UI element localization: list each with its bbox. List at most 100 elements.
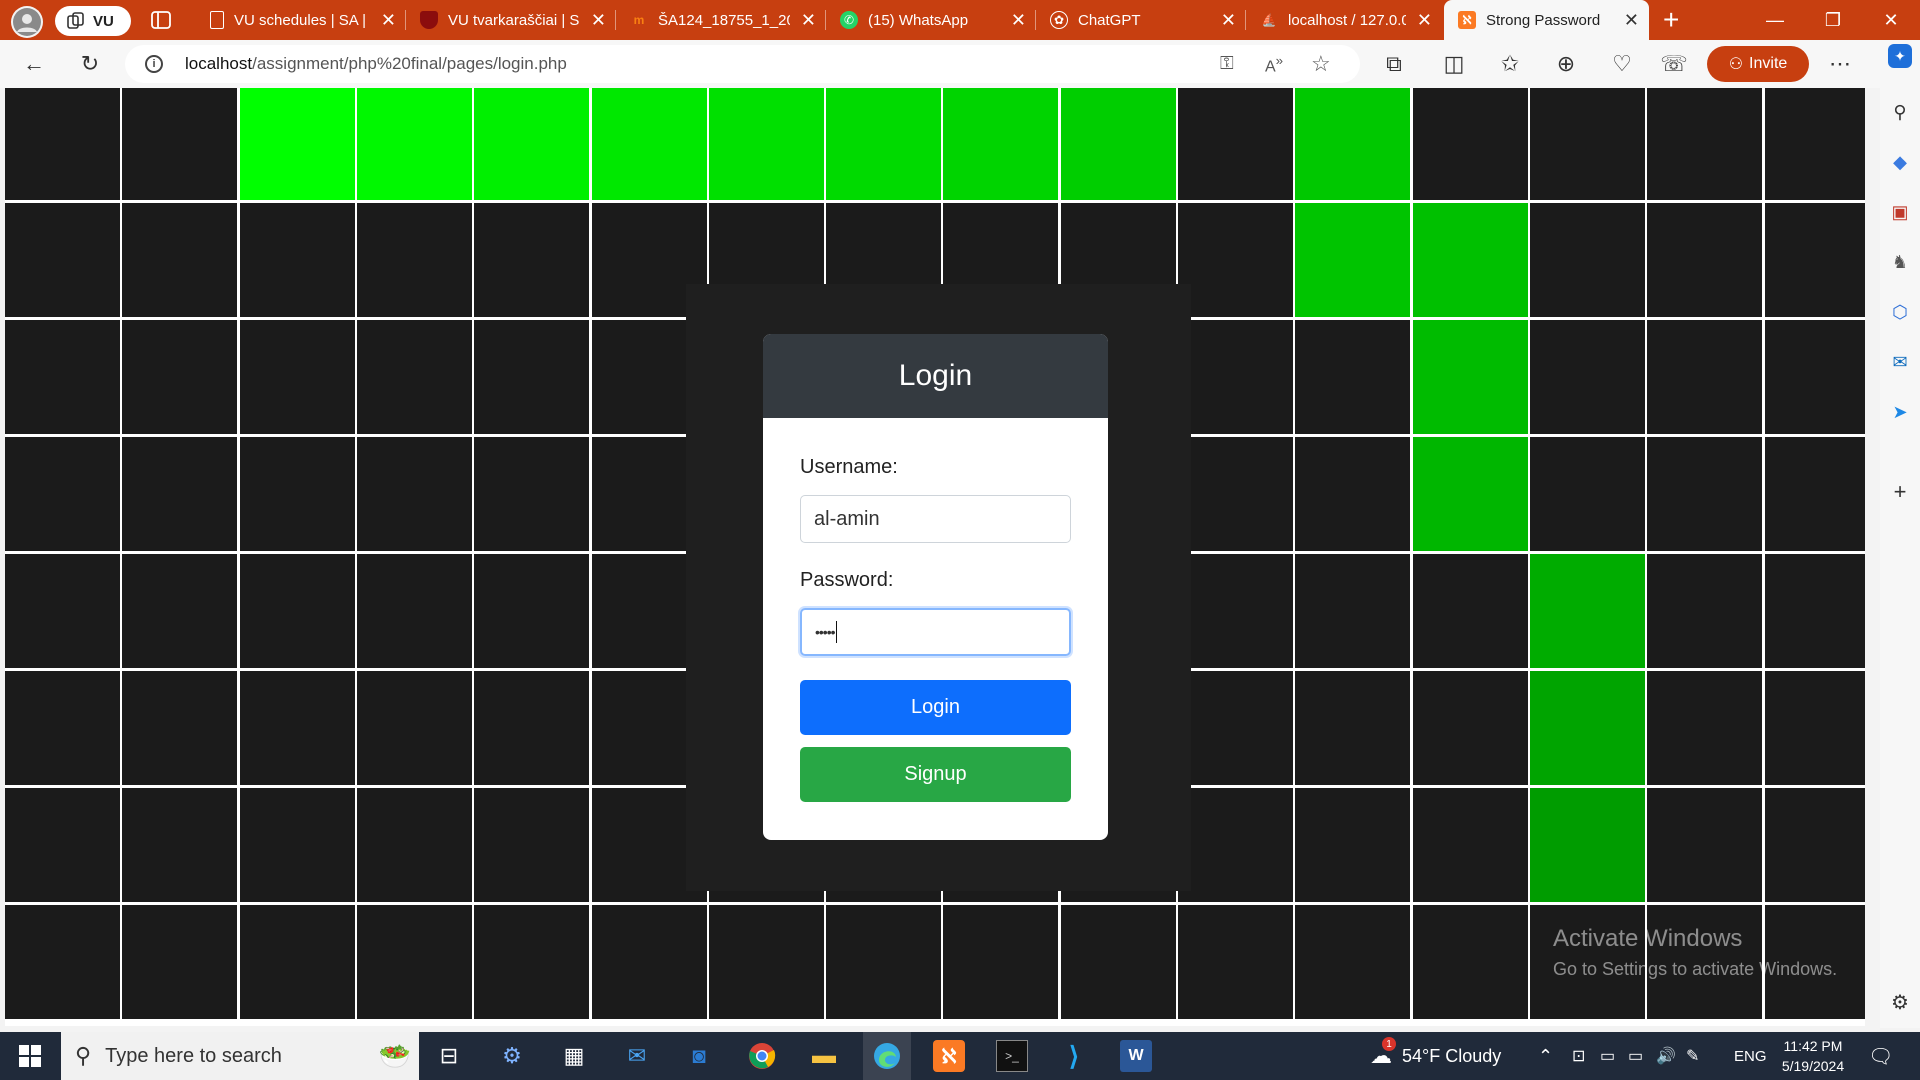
vscode-icon[interactable]: ⟩	[1058, 1040, 1090, 1072]
widgets-icon[interactable]: ⚙	[496, 1040, 528, 1072]
workspace-button[interactable]: VU	[55, 6, 131, 36]
show-hidden-icons-icon[interactable]: ⌃	[1538, 1032, 1553, 1080]
taskbar-search-box[interactable]: ⚲ Type here to search 🥗	[61, 1032, 419, 1080]
tools-icon[interactable]: ▣	[1888, 200, 1912, 224]
grid-cell-lit	[1529, 554, 1645, 668]
chrome-icon[interactable]	[746, 1040, 778, 1072]
grid-cell	[1529, 203, 1645, 317]
grid-cell-lit	[708, 88, 824, 200]
search-icon[interactable]: ⚲	[1888, 100, 1912, 124]
navigation-bar: ← ↻ i localhost/assignment/php%20final/p…	[0, 40, 1880, 88]
close-tab-icon[interactable]: ✕	[1011, 11, 1026, 29]
browser-essentials-icon[interactable]: ♡	[1608, 50, 1636, 78]
password-input[interactable]: •••••	[800, 608, 1071, 656]
grid-cell	[239, 671, 355, 785]
outlook-icon[interactable]: ✉	[1888, 350, 1912, 374]
signup-button[interactable]: Signup	[800, 747, 1071, 802]
more-menu-icon[interactable]: ⋯	[1826, 50, 1854, 78]
xampp-icon[interactable]: ℵ	[933, 1040, 965, 1072]
copilot-icon[interactable]: ✦	[1888, 44, 1912, 68]
favorites-icon[interactable]: ✩	[1496, 50, 1524, 78]
tab-actions-icon[interactable]	[150, 9, 172, 31]
send-icon[interactable]: ➤	[1888, 400, 1912, 424]
minimize-button[interactable]: —	[1746, 0, 1804, 40]
password-value: •••••	[815, 624, 835, 640]
grid-cell	[1764, 671, 1865, 785]
close-tab-icon[interactable]: ✕	[801, 11, 816, 29]
file-explorer-icon[interactable]: ▬	[808, 1040, 840, 1072]
password-key-icon[interactable]: ⚿	[1220, 53, 1234, 74]
settings-gear-icon[interactable]: ⚙	[1888, 990, 1912, 1014]
address-bar[interactable]: i localhost/assignment/php%20final/pages…	[125, 45, 1360, 83]
refresh-icon[interactable]: ↻	[76, 50, 104, 78]
language-indicator[interactable]: ENG	[1734, 1032, 1767, 1080]
shopping-tag-icon[interactable]: ◆	[1888, 150, 1912, 174]
grid-cell	[1647, 203, 1763, 317]
close-tab-icon[interactable]: ✕	[381, 11, 396, 29]
read-aloud-icon[interactable]: A»	[1265, 53, 1283, 76]
weather-widget[interactable]: ☁ 1 54°F Cloudy	[1370, 1032, 1501, 1080]
outlook-new-icon[interactable]: ◙	[683, 1040, 715, 1072]
tab-strong-password[interactable]: ℵ Strong Password ✕	[1444, 0, 1649, 40]
close-tab-icon[interactable]: ✕	[591, 11, 606, 29]
tab-vu-tvarkarasciai[interactable]: VU tvarkaraščiai | S ✕	[406, 0, 616, 40]
battery-icon[interactable]: ▭	[1600, 1032, 1615, 1080]
clock-date: 5/19/2024	[1781, 1058, 1845, 1074]
grid-cell	[356, 554, 472, 668]
tab-title: Strong Password	[1486, 11, 1601, 29]
cloud-icon: ☁ 1	[1370, 1037, 1396, 1069]
games-icon[interactable]: ♞	[1888, 250, 1912, 274]
extensions-icon[interactable]: ⧉	[1380, 50, 1408, 78]
close-tab-icon[interactable]: ✕	[1417, 11, 1432, 29]
notifications-icon[interactable]: 🗨	[1868, 1032, 1893, 1080]
grid-cell	[1178, 671, 1293, 785]
pen-icon[interactable]: ✎	[1686, 1032, 1699, 1080]
collections-icon[interactable]: ⊕	[1552, 50, 1580, 78]
split-screen-icon[interactable]: ◫	[1440, 50, 1468, 78]
close-tab-icon[interactable]: ✕	[1624, 11, 1639, 29]
close-tab-icon[interactable]: ✕	[1221, 11, 1236, 29]
clock[interactable]: 11:42 PM 5/19/2024	[1778, 1032, 1848, 1080]
back-arrow-icon[interactable]: ←	[20, 50, 48, 78]
grid-cell	[1178, 88, 1293, 200]
tab-moodle[interactable]: m ŠA124_18755_1_20 ✕	[616, 0, 826, 40]
profile-avatar-icon[interactable]	[11, 6, 43, 38]
microsoft-store-icon[interactable]: ▦	[558, 1040, 590, 1072]
task-view-icon[interactable]: ⊟	[433, 1040, 465, 1072]
grid-cell	[239, 437, 355, 551]
favorite-star-icon[interactable]: ☆	[1311, 51, 1331, 77]
edge-icon[interactable]	[863, 1032, 911, 1080]
new-tab-button[interactable]: +	[1663, 6, 1679, 34]
tab-whatsapp[interactable]: ✆ (15) WhatsApp ✕	[826, 0, 1036, 40]
windows-start-icon[interactable]	[14, 1040, 46, 1072]
microsoft-365-icon[interactable]: ⬡	[1888, 300, 1912, 324]
tab-vu-schedules[interactable]: VU schedules | SA | ✕	[196, 0, 406, 40]
login-button[interactable]: Login	[800, 680, 1071, 735]
volume-icon[interactable]: 🔊	[1656, 1032, 1676, 1080]
word-icon[interactable]: W	[1120, 1040, 1152, 1072]
grid-cell	[708, 905, 824, 1019]
page-viewport: Login Username: al-amin Password: ••••• …	[5, 88, 1865, 1026]
restore-button[interactable]: ❐	[1804, 0, 1862, 40]
login-card: Login Username: al-amin Password: ••••• …	[763, 334, 1108, 840]
close-window-button[interactable]: ✕	[1862, 0, 1920, 40]
meet-now-icon[interactable]: ⊡	[1572, 1032, 1585, 1080]
grid-cell	[1178, 320, 1293, 434]
invite-label: Invite	[1749, 55, 1788, 72]
mail-icon[interactable]: ✉	[621, 1040, 653, 1072]
invite-button[interactable]: ⚇ Invite	[1707, 46, 1809, 82]
terminal-icon[interactable]: >_	[996, 1040, 1028, 1072]
network-icon[interactable]: ▭	[1628, 1032, 1643, 1080]
tab-phpmyadmin[interactable]: ⛵ localhost / 127.0.0. ✕	[1246, 0, 1442, 40]
grid-cell-lit	[1412, 437, 1528, 551]
username-input[interactable]: al-amin	[800, 495, 1071, 543]
tab-chatgpt[interactable]: ✿ ChatGPT ✕	[1036, 0, 1246, 40]
password-label: Password:	[800, 569, 894, 591]
grid-cell	[1295, 320, 1411, 434]
invite-icon: ⚇	[1728, 56, 1744, 73]
add-app-icon[interactable]: +	[1888, 479, 1912, 504]
site-info-icon[interactable]: i	[145, 55, 163, 73]
url-text[interactable]: localhost/assignment/php%20final/pages/l…	[185, 54, 567, 74]
grid-cell	[474, 437, 590, 551]
feedback-icon[interactable]: ☏	[1660, 50, 1688, 78]
